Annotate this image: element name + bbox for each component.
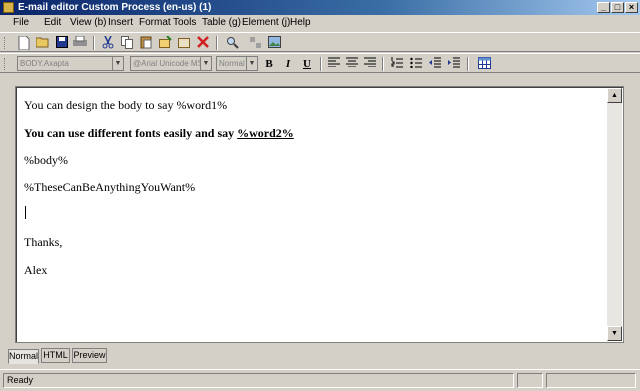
size-select-value: Normal	[219, 59, 245, 68]
style-select[interactable]: BODY.Axapta ▼	[17, 56, 124, 71]
bullet-list-icon[interactable]	[409, 57, 423, 71]
style-select-value: BODY.Axapta	[20, 59, 69, 68]
body-line-2-text: You can use different fonts easily and s…	[24, 126, 238, 140]
body-line-4: %TheseCanBeAnythingYouWant%	[24, 180, 196, 194]
bold-button[interactable]: B	[262, 57, 276, 71]
window-title: E-mail editor Custom Process (en-us) (1)	[18, 2, 212, 13]
align-right-icon[interactable]	[363, 57, 377, 71]
align-left-icon[interactable]	[327, 57, 341, 71]
status-panel-3	[546, 373, 636, 388]
tab-preview[interactable]: Preview	[72, 348, 107, 363]
scroll-down-button[interactable]: ▼	[607, 326, 622, 341]
insert-icon[interactable]	[158, 35, 172, 50]
tab-html[interactable]: HTML	[41, 348, 70, 363]
underline-button[interactable]: U	[300, 57, 314, 71]
menu-edit[interactable]: Edit	[44, 17, 61, 29]
menu-help[interactable]: Help	[290, 17, 311, 29]
status-text: Ready	[3, 373, 514, 388]
toolbar-separator	[382, 57, 384, 71]
status-panel-2	[517, 373, 543, 388]
print-icon[interactable]	[73, 35, 87, 50]
toolbar-separator	[320, 57, 322, 71]
menu-file[interactable]: File	[13, 17, 29, 29]
body-line-1: You can design the body to say %word1%	[24, 98, 228, 112]
format-toolbar: BODY.Axapta ▼ @Arial Unicode MS ▼ Normal…	[0, 53, 640, 73]
toolbar-grip[interactable]	[4, 58, 7, 70]
size-select[interactable]: Normal ▼	[216, 56, 258, 71]
body-line-5: Thanks,	[24, 235, 63, 249]
cut-icon[interactable]	[101, 35, 115, 50]
status-bar: Ready	[0, 369, 640, 391]
body-line-6: Alex	[24, 263, 48, 277]
menu-view[interactable]: View (b)	[70, 17, 107, 29]
paste-icon[interactable]	[139, 36, 153, 50]
align-center-icon[interactable]	[345, 57, 359, 71]
save-icon[interactable]	[55, 36, 69, 50]
copy-icon[interactable]	[120, 36, 134, 50]
toolbar-grip[interactable]	[4, 37, 7, 49]
menu-element[interactable]: Element (j)	[242, 17, 290, 29]
standard-toolbar	[0, 32, 640, 52]
toolbar-separator	[216, 36, 218, 50]
table-icon[interactable]	[477, 57, 491, 71]
chevron-down-icon[interactable]: ▼	[112, 57, 123, 70]
menu-table[interactable]: Table (g)	[202, 17, 241, 29]
find-icon[interactable]	[225, 36, 239, 50]
tab-normal[interactable]: Normal	[8, 349, 39, 364]
close-button[interactable]: ×	[625, 2, 638, 13]
outdent-icon[interactable]	[428, 57, 442, 71]
font-select[interactable]: @Arial Unicode MS ▼	[130, 56, 212, 71]
numbered-list-icon[interactable]	[390, 57, 404, 71]
body-line-2: You can use different fonts easily and s…	[24, 126, 294, 141]
image-icon[interactable]	[267, 36, 281, 50]
italic-button[interactable]: I	[281, 57, 295, 71]
chevron-down-icon[interactable]: ▼	[200, 57, 211, 70]
body-line-2-word: %word2%	[237, 126, 294, 140]
text-caret	[25, 206, 26, 219]
menu-insert[interactable]: Insert	[108, 17, 133, 29]
email-body-editor[interactable]: You can design the body to say %word1% Y…	[15, 86, 624, 343]
font-select-value: @Arial Unicode MS	[133, 59, 203, 68]
menu-format[interactable]: Format	[139, 17, 171, 29]
open-icon[interactable]	[35, 36, 50, 50]
edit-icon[interactable]	[177, 36, 191, 50]
replace-icon[interactable]	[248, 36, 262, 50]
menu-bar: File Edit View (b) Insert Format Tools T…	[0, 15, 640, 31]
delete-icon[interactable]	[196, 36, 210, 50]
vertical-scrollbar[interactable]: ▲ ▼	[607, 88, 622, 341]
indent-icon[interactable]	[447, 57, 461, 71]
maximize-button[interactable]: □	[611, 2, 624, 13]
chevron-down-icon[interactable]: ▼	[246, 57, 257, 70]
scroll-up-button[interactable]: ▲	[607, 88, 622, 103]
toolbar-separator	[93, 36, 95, 50]
menu-tools[interactable]: Tools	[173, 17, 196, 29]
minimize-button[interactable]: _	[597, 2, 610, 13]
app-icon	[3, 2, 14, 13]
toolbar-separator	[467, 57, 469, 71]
title-bar: E-mail editor Custom Process (en-us) (1)…	[0, 0, 640, 15]
body-line-3: %body%	[24, 153, 68, 167]
new-icon[interactable]	[17, 35, 31, 51]
